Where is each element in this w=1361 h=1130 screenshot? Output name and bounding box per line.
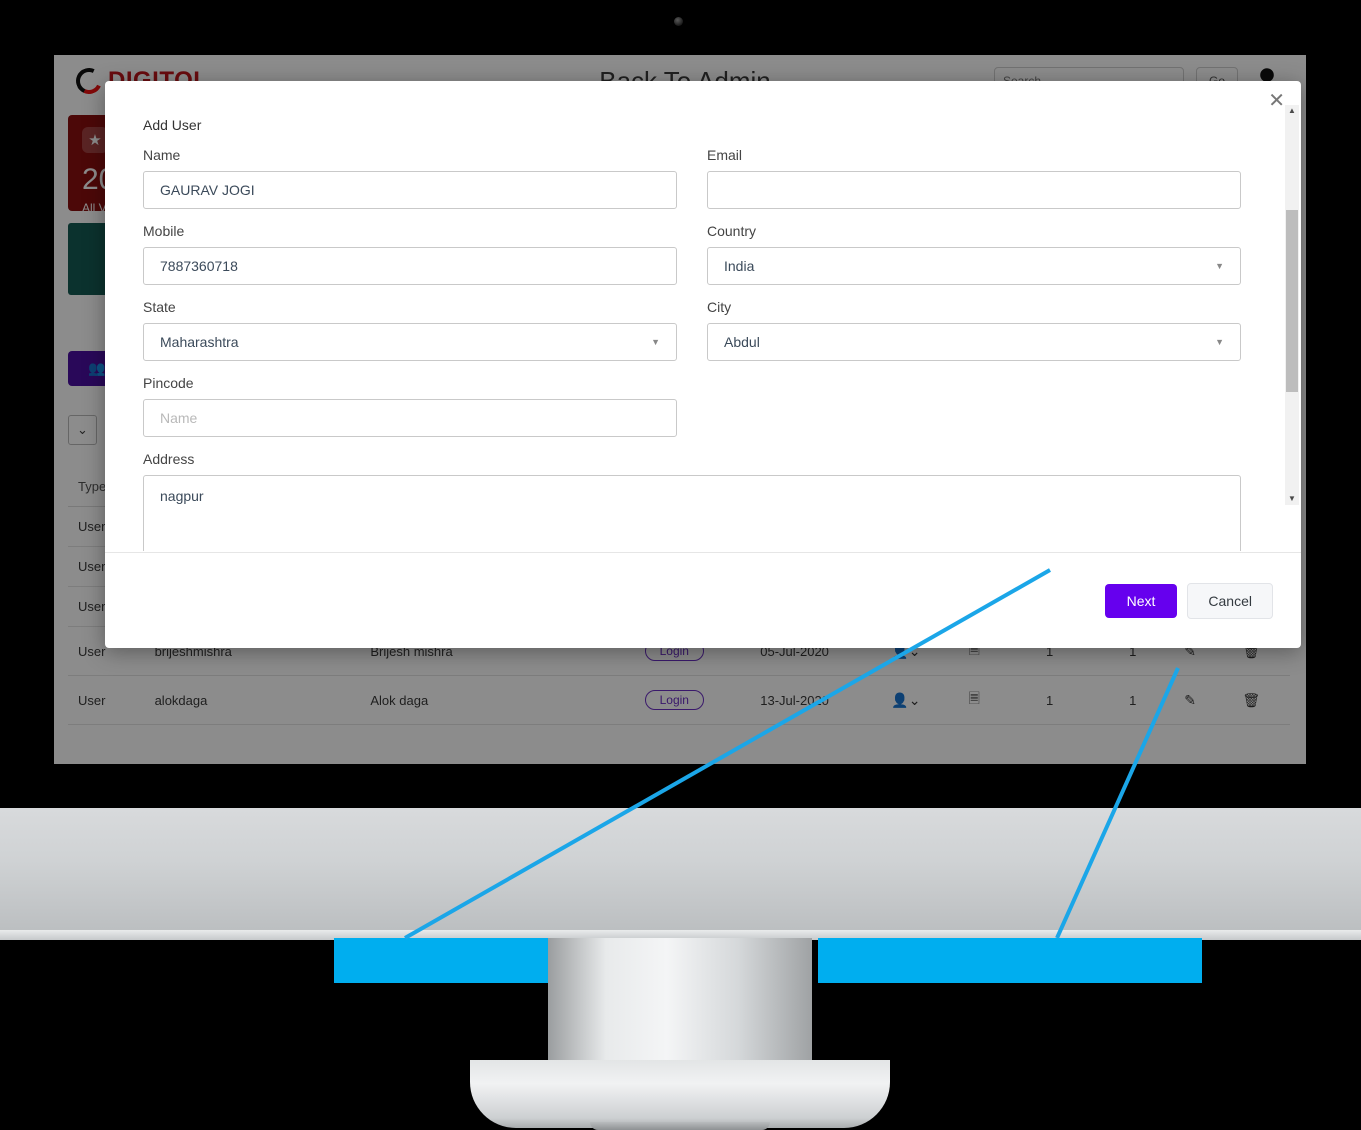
add-user-modal: ✕ Add User Name GAURAV JOGI Email Mobile… xyxy=(105,81,1301,648)
name-label: Name xyxy=(143,147,181,163)
email-label: Email xyxy=(707,147,743,163)
field-country: Country India ▼ xyxy=(707,223,1241,285)
webcam-icon xyxy=(674,17,683,26)
add-user-form: Name GAURAV JOGI Email Mobile 7887360718… xyxy=(143,147,1241,551)
country-select[interactable]: India ▼ xyxy=(707,247,1241,285)
pincode-label: Pincode xyxy=(143,375,194,391)
modal-scrollbar[interactable]: ▲ ▼ xyxy=(1285,105,1299,505)
field-spacer xyxy=(707,375,1241,437)
screen-viewport: DIGITOL Back To Admin Search Go ★ All Ve xyxy=(54,55,1306,764)
scroll-down-arrow-icon[interactable]: ▼ xyxy=(1285,493,1299,505)
name-input[interactable]: GAURAV JOGI xyxy=(143,171,677,209)
modal-body: Add User Name GAURAV JOGI Email Mobile 7… xyxy=(105,81,1279,551)
next-button[interactable]: Next xyxy=(1104,583,1178,618)
address-label: Address xyxy=(143,451,195,467)
field-city: City Abdul ▼ xyxy=(707,299,1241,361)
field-pincode: Pincode Name xyxy=(143,375,677,437)
cancel-button[interactable]: Cancel xyxy=(1187,582,1273,619)
email-input[interactable] xyxy=(707,171,1241,209)
modal-title: Add User xyxy=(143,117,202,133)
field-name: Name GAURAV JOGI xyxy=(143,147,677,209)
country-label: Country xyxy=(707,223,757,239)
scroll-up-arrow-icon[interactable]: ▲ xyxy=(1285,105,1299,117)
city-select-value: Abdul xyxy=(724,334,760,350)
mobile-label: Mobile xyxy=(143,223,185,239)
state-select-value: Maharashtra xyxy=(160,334,239,350)
scrollbar-thumb[interactable] xyxy=(1286,210,1298,392)
field-mobile: Mobile 7887360718 xyxy=(143,223,677,285)
field-state: State Maharashtra ▼ xyxy=(143,299,677,361)
caption-row xyxy=(0,1063,1361,1109)
accent-bar-right xyxy=(818,938,1202,983)
chevron-down-icon: ▼ xyxy=(1215,261,1224,271)
chevron-down-icon: ▼ xyxy=(651,337,660,347)
field-email: Email xyxy=(707,147,1241,209)
state-label: State xyxy=(143,299,176,315)
monitor-chin xyxy=(0,808,1361,940)
modal-footer: Next Cancel xyxy=(105,552,1301,648)
pincode-input[interactable]: Name xyxy=(143,399,677,437)
field-address: Address nagpur xyxy=(143,451,1241,551)
country-select-value: India xyxy=(724,258,755,274)
monitor-stand-neck xyxy=(548,938,812,1073)
city-label: City xyxy=(707,299,732,315)
state-select[interactable]: Maharashtra ▼ xyxy=(143,323,677,361)
city-select[interactable]: Abdul ▼ xyxy=(707,323,1241,361)
chevron-down-icon: ▼ xyxy=(1215,337,1224,347)
mobile-input[interactable]: 7887360718 xyxy=(143,247,677,285)
address-textarea[interactable]: nagpur xyxy=(143,475,1241,551)
screenshot-stage: DIGITOL Back To Admin Search Go ★ All Ve xyxy=(0,0,1361,1130)
